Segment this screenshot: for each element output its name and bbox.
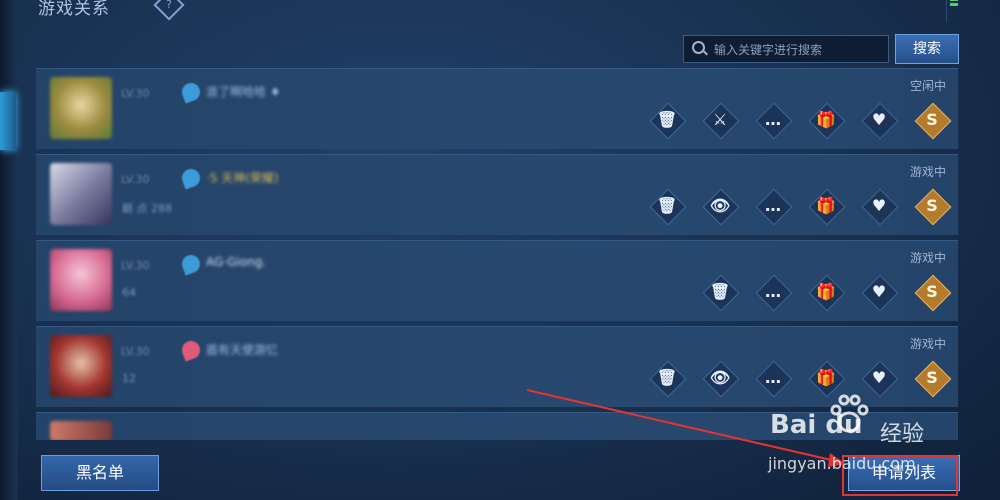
watermark-jingyan: 经验 [880,422,925,447]
watermark-logo: Bai du [770,410,863,440]
watermark-url: jingyan.baidu.com [768,454,916,473]
